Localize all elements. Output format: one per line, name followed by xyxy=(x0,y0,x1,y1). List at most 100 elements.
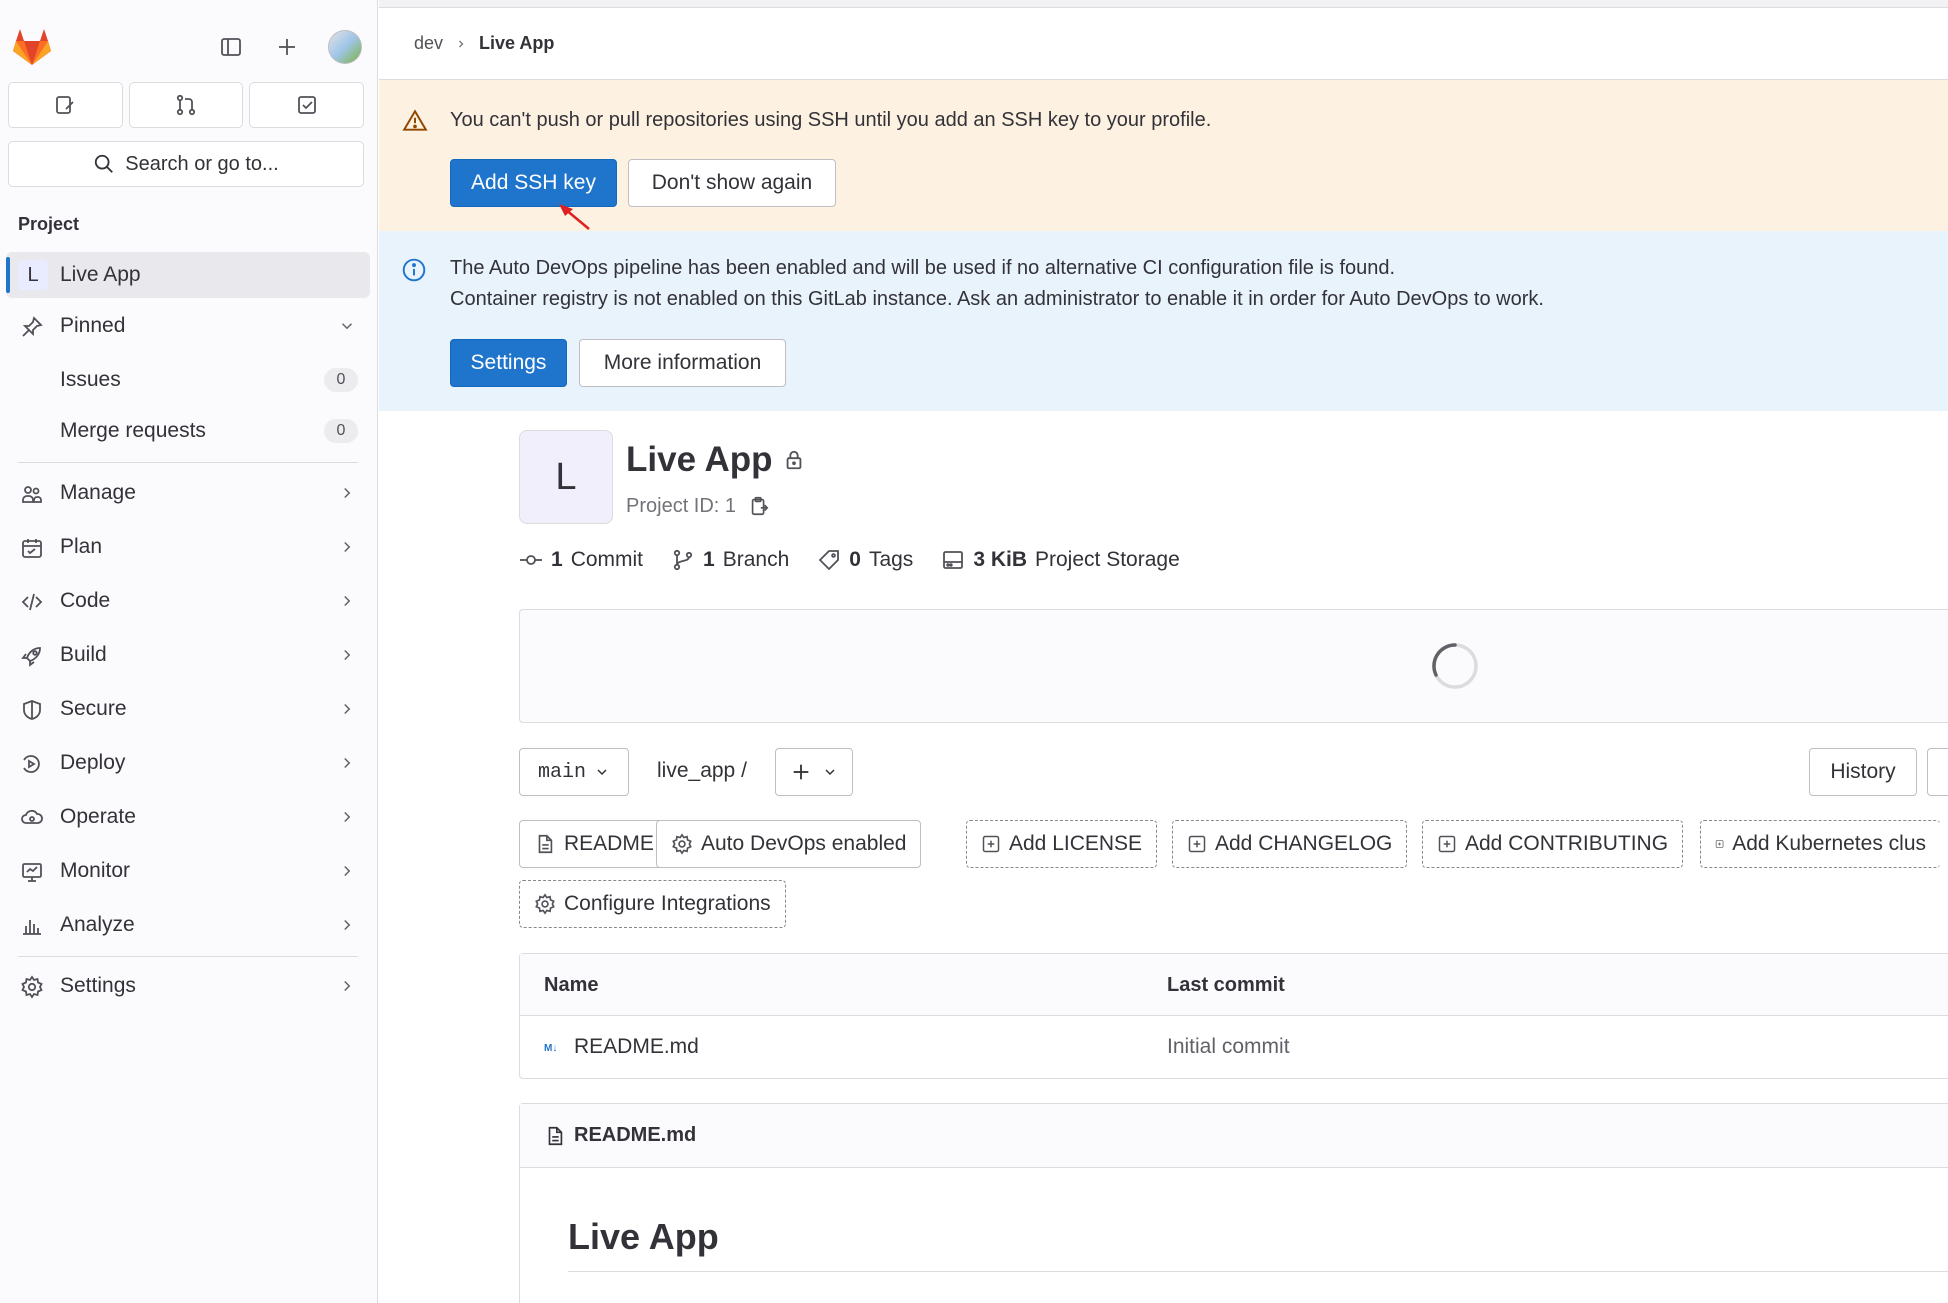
sidebar-item-pinned[interactable]: Pinned xyxy=(6,303,370,349)
readme-heading: Live App xyxy=(568,1216,719,1257)
stat-tags[interactable]: 0 Tags xyxy=(817,548,913,572)
sidebar-item-label: Secure xyxy=(60,697,127,720)
add-kubernetes-cluster-button[interactable]: Add Kubernetes clus xyxy=(1700,820,1940,868)
copy-icon[interactable] xyxy=(748,494,770,518)
chevron-down-icon xyxy=(341,323,353,330)
sidebar-item-analyze[interactable]: Analyze xyxy=(6,902,370,948)
sidebar-item-deploy[interactable]: Deploy xyxy=(6,740,370,786)
readme-panel: README.md Live App xyxy=(519,1103,1948,1303)
chevron-right-icon xyxy=(344,919,351,931)
sidebar-item-plan[interactable]: Plan xyxy=(6,524,370,570)
sidebar-item-label: Monitor xyxy=(60,859,131,882)
repo-path-separator: / xyxy=(741,759,747,782)
plus-square-icon xyxy=(1715,840,1724,848)
shortcut-label: Add CHANGELOG xyxy=(1215,832,1393,855)
auto-devops-shortcut-button[interactable]: Auto DevOps enabled xyxy=(656,820,922,868)
chart-icon xyxy=(23,920,41,935)
stat-label: Branch xyxy=(722,548,790,571)
add-to-tree-button[interactable] xyxy=(775,748,853,796)
sidebar: Search or go to... Project L Live App Pi… xyxy=(0,0,378,1303)
sidebar-item-issues[interactable]: Issues 0 xyxy=(6,357,370,403)
merge-requests-icon[interactable] xyxy=(128,82,244,128)
table-header: Name Last commit xyxy=(520,954,1948,1016)
chevron-right-icon xyxy=(344,703,351,715)
main-content: dev Live App You can't push or pull repo… xyxy=(379,0,1948,1303)
add-license-button[interactable]: Add LICENSE xyxy=(966,820,1158,868)
sidebar-item-merge-requests[interactable]: Merge requests 0 xyxy=(6,408,370,454)
shortcut-label: Add LICENSE xyxy=(1009,832,1143,855)
repository-toolbar: main live_app / History xyxy=(519,748,1948,796)
last-commit-message[interactable]: Initial commit xyxy=(1167,1035,1290,1059)
sidebar-item-secure[interactable]: Secure xyxy=(6,686,370,732)
stat-value: 3 KiB xyxy=(973,548,1027,571)
quick-actions xyxy=(8,82,365,128)
stat-commits[interactable]: 1 Commit xyxy=(519,548,643,572)
sidebar-item-monitor[interactable]: Monitor xyxy=(6,848,370,894)
breadcrumb-current[interactable]: Live App xyxy=(479,33,554,54)
shortcut-label: Auto DevOps enabled xyxy=(701,832,907,855)
sidebar-item-settings[interactable]: Settings xyxy=(6,963,370,1009)
calendar-icon xyxy=(22,539,42,558)
sidebar-item-label: Manage xyxy=(60,481,136,504)
readme-heading-rule xyxy=(568,1271,1948,1272)
sidebar-item-label: Pinned xyxy=(60,314,126,337)
search-button[interactable]: Search or go to... xyxy=(8,141,364,187)
stat-value: 0 xyxy=(849,548,861,571)
monitor-icon xyxy=(22,863,42,882)
sidebar-item-operate[interactable]: Operate xyxy=(6,794,370,840)
sidebar-item-label: Merge requests xyxy=(60,419,206,442)
stat-storage[interactable]: 3 KiB Project Storage xyxy=(941,548,1180,572)
find-file-button[interactable] xyxy=(1927,748,1948,796)
file-link[interactable]: M↓ README.md xyxy=(544,1035,699,1059)
user-avatar[interactable] xyxy=(328,30,362,64)
sidebar-top-actions xyxy=(216,30,362,64)
sidebar-item-build[interactable]: Build xyxy=(6,632,370,678)
breadcrumb-root[interactable]: dev xyxy=(414,33,443,54)
plus-icon xyxy=(793,764,809,780)
search-icon xyxy=(95,154,114,173)
chevron-right-icon xyxy=(344,649,351,661)
readme-shortcut-button[interactable]: README xyxy=(519,820,669,868)
plus-square-icon xyxy=(1438,835,1456,853)
history-button[interactable]: History xyxy=(1809,748,1917,796)
shortcut-label: Add Kubernetes clus xyxy=(1732,832,1926,855)
sidebar-item-label: Settings xyxy=(60,974,136,997)
project-avatar: L xyxy=(519,430,613,524)
gitlab-logo-icon[interactable] xyxy=(12,28,52,66)
file-icon xyxy=(538,834,553,854)
sidebar-item-project[interactable]: L Live App xyxy=(6,252,370,298)
chevron-right-icon xyxy=(344,541,351,553)
branch-selector[interactable]: main xyxy=(519,748,629,796)
sidebar-item-code[interactable]: Code xyxy=(6,578,370,624)
project-name: Live App xyxy=(626,440,773,479)
repo-path-name[interactable]: live_app xyxy=(657,759,735,782)
count-badge: 0 xyxy=(324,368,358,392)
readme-header: README.md xyxy=(520,1104,1948,1168)
chevron-right-icon xyxy=(344,980,351,992)
sidebar-item-label: Code xyxy=(60,589,111,612)
toggle-sidebar-icon[interactable] xyxy=(216,32,246,62)
settings-button[interactable]: Settings xyxy=(450,339,567,387)
sidebar-top xyxy=(0,8,378,78)
branch-name: main xyxy=(537,760,586,784)
column-header-last-commit: Last commit xyxy=(1167,974,1285,996)
sidebar-item-label: Deploy xyxy=(60,751,126,774)
issues-icon[interactable] xyxy=(8,82,123,128)
add-ssh-key-button[interactable]: Add SSH key xyxy=(450,159,617,207)
dont-show-again-button[interactable]: Don't show again xyxy=(628,159,836,207)
chevron-right-icon xyxy=(459,40,464,47)
pin-icon xyxy=(22,316,43,337)
configure-integrations-button[interactable]: Configure Integrations xyxy=(519,880,786,928)
todo-icon[interactable] xyxy=(249,82,365,128)
users-icon xyxy=(22,486,42,503)
stat-label: Tags xyxy=(868,548,914,571)
more-information-button[interactable]: More information xyxy=(579,339,786,387)
project-title: Live App xyxy=(626,440,805,480)
readme-filename[interactable]: README.md xyxy=(574,1124,696,1147)
add-contributing-button[interactable]: Add CONTRIBUTING xyxy=(1422,820,1684,868)
sidebar-divider xyxy=(18,956,358,957)
sidebar-item-manage[interactable]: Manage xyxy=(6,470,370,516)
stat-branches[interactable]: 1 Branch xyxy=(671,548,789,572)
add-changelog-button[interactable]: Add CHANGELOG xyxy=(1172,820,1408,868)
plus-icon[interactable] xyxy=(272,32,302,62)
